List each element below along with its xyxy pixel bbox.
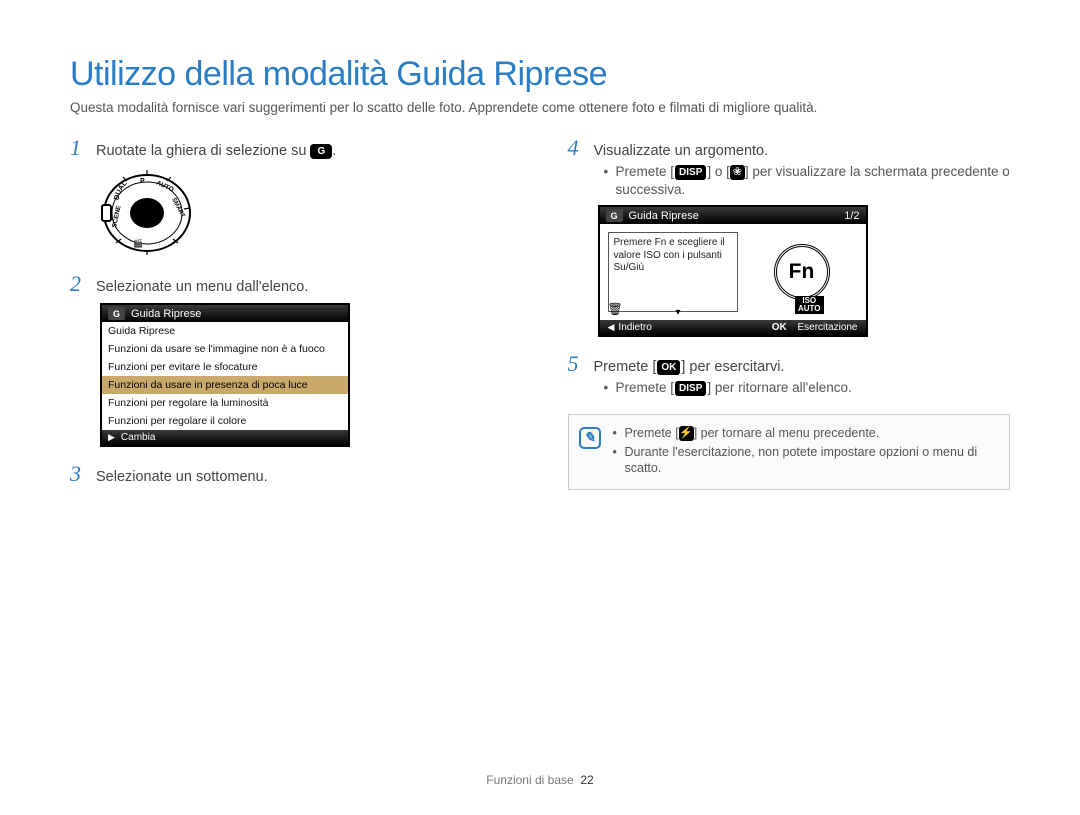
flash-button-icon: ⚡ [679,426,694,441]
lcd-menu-screenshot: G Guida Riprese Guida Riprese Funzioni d… [100,303,350,447]
lcd-topic-screenshot: G Guida Riprese 1/2 Premere Fn e sceglie… [598,205,868,337]
step-number: 3 [70,463,86,485]
lcd2-header-title: Guida Riprese [629,210,699,222]
step-1: 1 Ruotate la ghiera di selezione su G. [70,137,513,255]
lcd-row-5: Funzioni per regolare il colore [102,412,348,430]
triangle-right-icon: ▶ [108,432,115,443]
guide-header-icon: G [108,307,125,320]
page-title: Utilizzo della modalità Guida Riprese [70,55,1010,94]
lcd2-body: Premere Fn e scegliere il valore ISO con… [600,224,866,320]
lcd-row-1: Funzioni da usare se l'immagine non è a … [102,340,348,358]
footer-page-number: 22 [580,773,593,787]
lcd2-header: G Guida Riprese 1/2 [600,207,866,224]
left-column: 1 Ruotate la ghiera di selezione su G. [70,137,513,501]
lcd-row-2: Funzioni per evitare le sfocature [102,358,348,376]
back-label: Indietro [618,322,651,333]
svg-text:🎬: 🎬 [133,238,143,248]
lcd-row-4: Funzioni per regolare la luminosità [102,394,348,412]
step-4-bullets: Premete [DISP] o [❀] per visualizzare la… [604,163,1011,199]
disp-button-icon: DISP [675,165,706,180]
step-2-text: Selezionate un menu dall'elenco. [96,279,513,295]
intro-text: Questa modalità fornisce vari suggerimen… [70,100,1010,115]
step-4: 4 Visualizzate un argomento. Premete [DI… [568,137,1011,337]
lcd2-footer: ◀Indietro OK Esercitazione [600,320,866,335]
step-5-text: Premete [OK] per esercitarvi. [594,359,1011,375]
iso-icon: ISO AUTO [795,296,824,314]
lcd-footer-label: Cambia [121,432,155,443]
lcd-row-0: Guida Riprese [102,322,348,340]
lcd-footer: ▶ Cambia [102,430,348,445]
disp-button-icon: DISP [675,381,706,396]
step-number: 2 [70,273,86,295]
step-3: 3 Selezionate un sottomenu. [70,463,513,485]
fn-button-icon: Fn [774,244,830,300]
ok-label: OK [772,322,787,333]
step-5: 5 Premete [OK] per esercitarvi. Premete … [568,353,1011,397]
svg-text:P: P [140,178,145,185]
lcd2-page-indicator: 1/2 [844,210,859,222]
step-5-bullets: Premete [DISP] per ritornare all'elenco. [604,379,1011,397]
trash-icon: 🗑 [608,302,623,316]
lcd-body: Guida Riprese Funzioni da usare se l'imm… [102,322,348,430]
step-number: 4 [568,137,584,159]
practice-label: Esercitazione [797,322,857,333]
step-2: 2 Selezionate un menu dall'elenco. G Gui… [70,273,513,447]
guide-header-icon: G [606,209,623,222]
macro-button-icon: ❀ [730,165,745,180]
step-1-text: Ruotate la ghiera di selezione su G. [96,143,513,159]
step-4-text: Visualizzate un argomento. [594,143,1011,159]
note-line-2: Durante l'esercitazione, non potete impo… [613,444,998,478]
step-number: 5 [568,353,584,375]
footer-section: Funzioni di base [486,773,573,787]
triangle-left-icon: ◀ [608,322,615,333]
lcd-header: G Guida Riprese [102,305,348,322]
step-3-text: Selezionate un sottomenu. [96,469,513,485]
ok-button-icon: OK [657,360,680,375]
instruction-box: Premere Fn e scegliere il valore ISO con… [608,232,738,312]
mode-dial-illustration: DUAL P AUTO SMART SCENE 🎬 [100,167,513,255]
lcd-row-3-selected: Funzioni da usare in presenza di poca lu… [102,376,348,394]
guide-mode-dial-icon: G [310,144,332,159]
lcd-header-title: Guida Riprese [131,308,201,320]
chevron-down-icon: ▾ [676,307,681,318]
right-column: 4 Visualizzate un argomento. Premete [DI… [568,137,1011,501]
note-line-1: Premete [⚡] per tornare al menu preceden… [613,425,998,442]
note-icon: ✎ [579,427,601,449]
page-footer: Funzioni di base 22 [0,773,1080,787]
note-box: ✎ Premete [⚡] per tornare al menu preced… [568,414,1011,491]
step-number: 1 [70,137,86,159]
